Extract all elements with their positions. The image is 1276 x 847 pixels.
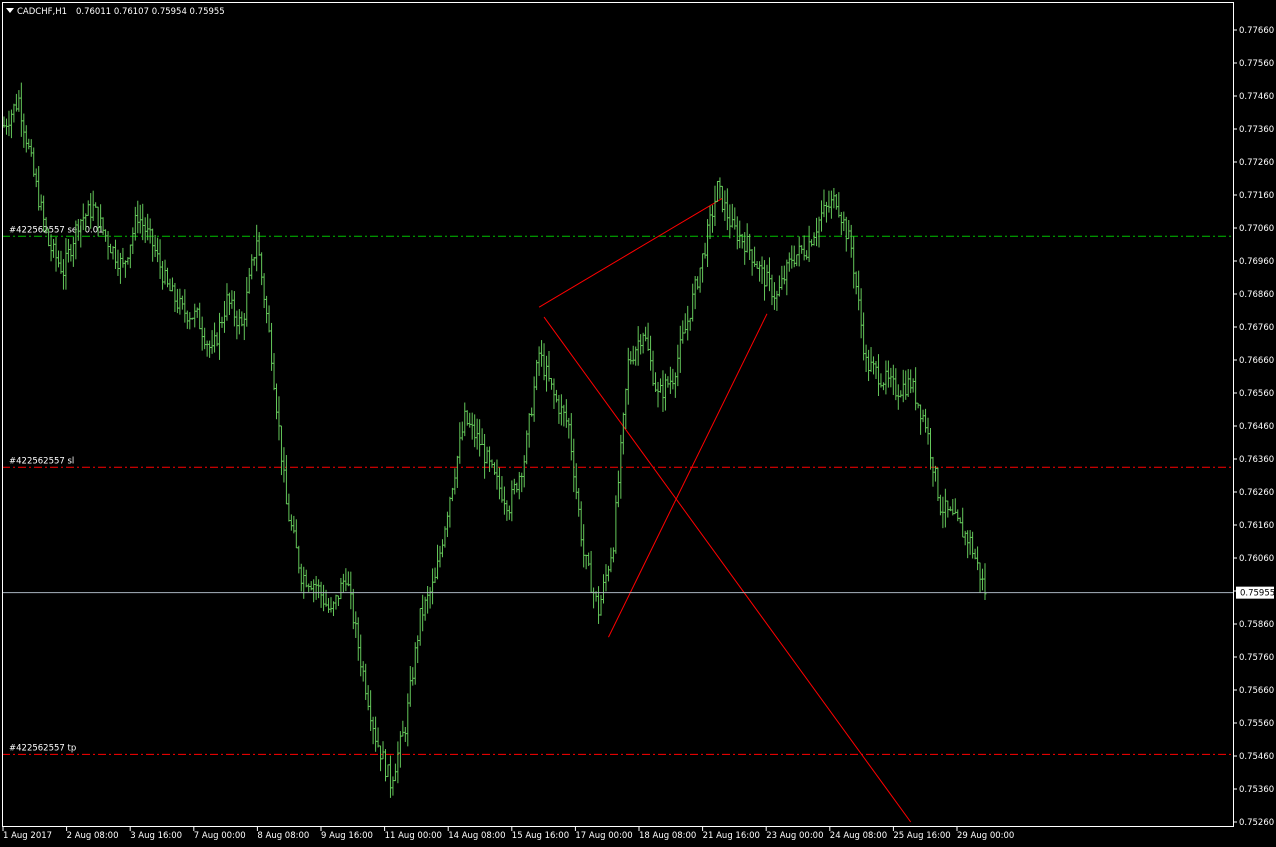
price-tick-label: 0.77560 xyxy=(1239,59,1274,69)
price-tick-label: 0.76760 xyxy=(1239,323,1274,333)
price-chart[interactable]: #422562557 sell 0.01 #422562557 sl #422562… xyxy=(0,0,1276,847)
order-line-label: #422562557 sl xyxy=(9,456,74,466)
price-tick-label: 0.75660 xyxy=(1239,686,1274,696)
chart-background xyxy=(0,0,1276,847)
time-tick-label: 8 Aug 08:00 xyxy=(257,831,309,841)
time-tick-label: 3 Aug 16:00 xyxy=(130,831,182,841)
time-tick-label: 1 Aug 2017 xyxy=(3,831,52,841)
price-tick-label: 0.76460 xyxy=(1239,422,1274,432)
price-tick-label: 0.77460 xyxy=(1239,92,1274,102)
time-tick-label: 7 Aug 00:00 xyxy=(194,831,246,841)
price-tick-label: 0.76860 xyxy=(1239,290,1274,300)
time-tick-label: 18 Aug 08:00 xyxy=(639,831,696,841)
price-tick-label: 0.76660 xyxy=(1239,356,1274,366)
ohlc-values: 0.76011 0.76107 0.75954 0.75955 xyxy=(76,7,225,17)
time-tick-label: 9 Aug 16:00 xyxy=(321,831,373,841)
price-tick-label: 0.77060 xyxy=(1239,224,1274,234)
price-tick-label: 0.77160 xyxy=(1239,191,1274,201)
symbol-label: CADCHF,H1 xyxy=(17,7,67,17)
time-tick-label: 21 Aug 16:00 xyxy=(703,831,760,841)
current-price-label: 0.75955 xyxy=(1240,589,1275,599)
triangle-down-icon[interactable] xyxy=(6,8,14,13)
price-tick-label: 0.77660 xyxy=(1239,26,1274,36)
price-tick-label: 0.75560 xyxy=(1239,719,1274,729)
time-tick-label: 25 Aug 16:00 xyxy=(893,831,950,841)
price-tick-label: 0.75860 xyxy=(1239,620,1274,630)
time-tick-label: 14 Aug 08:00 xyxy=(448,831,505,841)
time-tick-label: 15 Aug 16:00 xyxy=(512,831,569,841)
price-tick-label: 0.76960 xyxy=(1239,257,1274,267)
price-tick-label: 0.76360 xyxy=(1239,455,1274,465)
price-tick-label: 0.75360 xyxy=(1239,785,1274,795)
time-tick-label: 29 Aug 00:00 xyxy=(957,831,1014,841)
time-tick-label: 11 Aug 00:00 xyxy=(385,831,442,841)
order-line-label: #422562557 sell 0.01 xyxy=(9,225,104,235)
time-tick-label: 23 Aug 00:00 xyxy=(766,831,823,841)
price-tick-label: 0.75760 xyxy=(1239,653,1274,663)
price-tick-label: 0.76160 xyxy=(1239,521,1274,531)
current-price-tag: 0.75955 xyxy=(1236,586,1275,599)
price-tick-label: 0.77360 xyxy=(1239,125,1274,135)
price-tick-label: 0.76560 xyxy=(1239,389,1274,399)
time-tick-label: 24 Aug 08:00 xyxy=(830,831,887,841)
time-tick-label: 2 Aug 08:00 xyxy=(67,831,119,841)
price-tick-label: 0.75460 xyxy=(1239,752,1274,762)
price-tick-label: 0.76260 xyxy=(1239,488,1274,498)
time-tick-label: 17 Aug 00:00 xyxy=(575,831,632,841)
order-line-label: #422562557 tp xyxy=(9,743,76,753)
price-tick-label: 0.75260 xyxy=(1239,818,1274,828)
price-tick-label: 0.76060 xyxy=(1239,554,1274,564)
price-tick-label: 0.77260 xyxy=(1239,158,1274,168)
